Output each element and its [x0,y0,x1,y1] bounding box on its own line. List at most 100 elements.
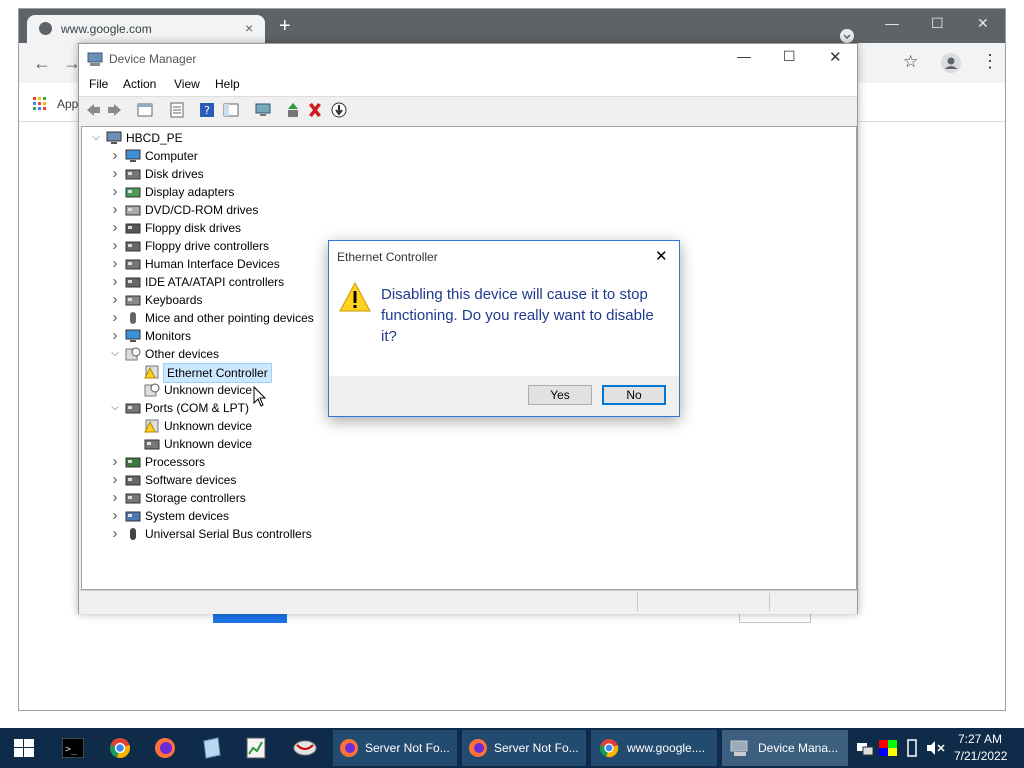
help-icon[interactable]: ? [199,102,215,118]
list-view-icon[interactable] [169,102,185,118]
usb-tray-icon[interactable] [905,739,919,757]
chevron-right-icon[interactable]: › [107,219,123,237]
back-icon[interactable] [85,102,101,118]
chevron-right-icon[interactable]: › [107,327,123,345]
chevron-right-icon[interactable]: › [107,453,123,471]
clock-date[interactable]: 7/21/2022 [954,749,1007,763]
taskbar-firefox-2[interactable]: Server Not Fo... [462,730,586,766]
svg-text:>_: >_ [65,744,78,755]
taskbar-label: Server Not Fo... [494,741,579,755]
tree-item-label: Storage controllers [145,491,246,505]
disable-device-icon[interactable] [331,102,347,118]
chevron-right-icon[interactable]: › [107,273,123,291]
tree-item-label: Keyboards [145,293,203,307]
apps-bookmark[interactable]: App [57,97,78,111]
taskbar-label: Device Mana... [758,741,839,755]
yes-button[interactable]: Yes [528,385,592,405]
chevron-right-icon[interactable]: › [107,237,123,255]
tree-item-label: Computer [145,149,198,163]
forward-icon[interactable] [107,102,123,118]
new-tab-button[interactable]: + [279,16,291,36]
task-manager-icon[interactable] [245,736,267,760]
chrome-tab-close-icon[interactable]: × [245,20,253,36]
dm-minimize-icon[interactable]: — [737,48,751,64]
chevron-right-icon[interactable]: › [107,183,123,201]
tree-item-label: Unknown device [164,383,253,397]
status-divider [637,593,638,611]
firefox-icon [469,739,487,757]
taskbar-device-manager[interactable]: Device Mana... [722,730,848,766]
device-manager-icon [87,52,103,66]
dialog-body: Disabling this device will cause it to s… [329,272,679,376]
chevron-right-icon[interactable]: › [107,255,123,273]
menu-view[interactable]: View [172,77,202,91]
tree-item-label: Floppy disk drives [145,221,242,235]
uninstall-icon[interactable] [307,102,323,118]
dialog-close-icon[interactable]: ✕ [655,247,668,265]
dm-maximize-icon[interactable]: ☐ [783,48,796,65]
dm-statusbar [79,590,857,614]
chrome-icon[interactable] [109,737,131,759]
chevron-right-icon[interactable]: › [107,201,123,219]
chevron-right-icon[interactable]: › [107,525,123,543]
tree-item-label: Unknown device [164,437,253,451]
star-icon[interactable]: ☆ [903,52,918,72]
dvd-icon [125,205,141,216]
command-prompt-icon[interactable]: >_ [62,738,84,758]
notepad-icon[interactable] [200,737,222,759]
tree-item-label: Human Interface Devices [145,257,280,271]
chrome-close-icon[interactable]: ✕ [977,15,989,32]
network-tray-icon[interactable] [856,740,874,756]
menu-help[interactable]: Help [213,77,242,91]
chevron-down-icon[interactable]: ⌵ [88,129,104,147]
dm-close-icon[interactable]: ✕ [829,48,842,66]
chrome-minimize-icon[interactable]: — [885,15,899,31]
monitor-icon [125,149,141,162]
floppy-icon [125,223,141,234]
volume-muted-icon[interactable] [926,740,946,756]
chevron-right-icon[interactable]: › [107,309,123,327]
menu-action[interactable]: Action [121,77,158,91]
chevron-down-icon[interactable]: ⌵ [107,345,123,363]
back-arrow-icon[interactable]: ← [33,53,51,74]
chevron-right-icon[interactable]: › [107,147,123,165]
tree-item-label: Unknown device [164,419,253,433]
clock-time[interactable]: 7:27 AM [958,732,1002,746]
update-driver-icon[interactable] [285,102,301,118]
chrome-tab[interactable]: www.google.com × [27,15,265,43]
dialog-titlebar: Ethernet Controller ✕ [329,241,679,272]
properties-view-icon[interactable] [137,102,153,118]
unknown-device-icon [125,347,141,361]
svg-text:?: ? [204,104,210,117]
menu-file[interactable]: File [87,77,110,91]
processor-icon [125,457,141,468]
action-view-icon[interactable] [223,102,239,118]
chevron-right-icon[interactable]: › [107,471,123,489]
chevron-right-icon[interactable]: › [107,507,123,525]
taskbar-chrome[interactable]: www.google.... [591,730,717,766]
apps-grid-icon[interactable] [33,97,47,111]
scan-hardware-icon[interactable] [255,102,271,118]
chevron-down-icon[interactable]: ⌵ [107,399,123,417]
chrome-maximize-icon[interactable]: ☐ [931,15,944,32]
chevron-right-icon[interactable]: › [107,165,123,183]
taskbar-label: Server Not Fo... [365,741,450,755]
dm-titlebar: Device Manager — ☐ ✕ [79,44,857,74]
chrome-tabstrip: www.google.com × + — ☐ ✕ [19,9,1005,43]
no-button[interactable]: No [602,385,666,405]
tab-search-icon[interactable] [840,29,854,43]
chevron-right-icon[interactable]: › [107,489,123,507]
tree-item-label: Other devices [145,347,220,361]
storage-icon [125,493,141,504]
keyboard-icon [125,295,141,306]
profile-icon[interactable] [941,53,961,73]
windows-start-icon[interactable] [14,739,34,757]
disk-icon [125,169,141,180]
taskbar-firefox-1[interactable]: Server Not Fo... [333,730,457,766]
chevron-right-icon[interactable]: › [107,291,123,309]
network-tool-icon[interactable] [292,737,318,759]
firefox-icon[interactable] [154,737,176,759]
display-adapter-icon [125,187,141,198]
chrome-menu-icon[interactable]: ⋮ [981,51,999,72]
display-tray-icon[interactable] [879,740,897,756]
